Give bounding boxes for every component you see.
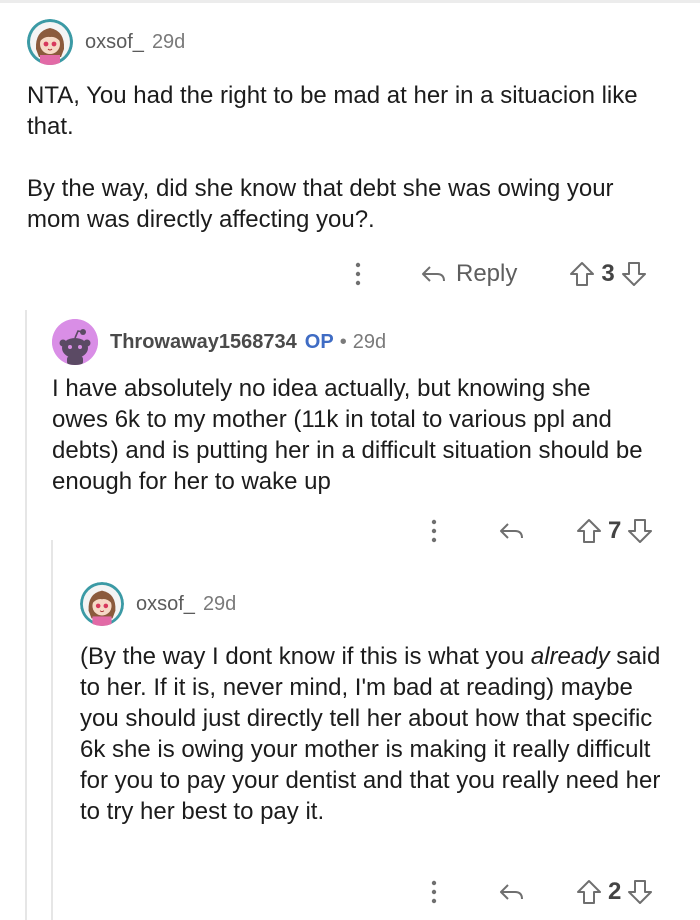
separator-dot: •: [339, 330, 347, 353]
comment-paragraph: NTA, You had the right to be mad at her …: [27, 82, 638, 140]
more-vertical-icon: [355, 262, 361, 286]
op-badge: OP: [304, 330, 334, 353]
comment-age: 29d: [202, 592, 237, 615]
downvote-button[interactable]: [621, 260, 647, 288]
upvote-button[interactable]: [576, 517, 602, 545]
downvote-arrow-icon: [621, 262, 646, 286]
downvote-button[interactable]: [627, 517, 653, 545]
comment-header: Throwaway1568734 OP • 29d: [52, 319, 386, 365]
reply-arrow-icon: [422, 266, 445, 282]
comment-body: (By the way I dont know if this is what …: [80, 641, 678, 827]
reply-arrow-icon: [500, 523, 523, 539]
upvote-arrow-icon: [570, 262, 595, 286]
comment-text-italic: already: [530, 643, 610, 670]
downvote-button[interactable]: [627, 878, 653, 906]
comment-actions: 2: [422, 872, 653, 912]
downvote-arrow-icon: [628, 519, 653, 543]
comment-body: NTA, You had the right to be mad at her …: [27, 80, 667, 235]
downvote-arrow-icon: [628, 880, 653, 904]
avatar[interactable]: [27, 19, 73, 65]
comment-header: oxsof_ 29d: [80, 582, 236, 626]
top-divider: [0, 0, 700, 3]
upvote-button[interactable]: [576, 878, 602, 906]
more-options-button[interactable]: [422, 516, 446, 546]
username[interactable]: oxsof_: [136, 593, 195, 616]
vote-count: 7: [608, 517, 622, 544]
comment-text: (By the way I dont know if this is what …: [80, 643, 531, 670]
reply-button[interactable]: [498, 881, 526, 903]
avatar[interactable]: [52, 319, 98, 365]
thread-line: [25, 310, 27, 920]
reply-label: Reply: [456, 260, 518, 287]
comment-age: 29d: [151, 30, 186, 53]
comment-paragraph: I have absolutely no idea actually, but …: [52, 375, 643, 495]
username[interactable]: Throwaway1568734: [110, 331, 297, 354]
reply-button[interactable]: Reply: [420, 260, 517, 288]
vote-count: 3: [601, 260, 615, 287]
upvote-arrow-icon: [577, 880, 601, 904]
more-options-button[interactable]: [422, 877, 446, 907]
avatar[interactable]: [80, 582, 124, 626]
comment-paragraph: By the way, did she know that debt she w…: [27, 175, 614, 233]
comment-actions: Reply 3: [346, 254, 647, 294]
more-vertical-icon: [431, 519, 437, 543]
username[interactable]: oxsof_: [85, 31, 144, 54]
comment-text: said to her. If it is, never mind, I'm b…: [80, 643, 661, 825]
comment-header: oxsof_ 29d: [27, 19, 185, 65]
reply-arrow-icon: [500, 884, 523, 900]
comment-paragraph: (By the way I dont know if this is what …: [80, 641, 678, 827]
more-options-button[interactable]: [346, 259, 370, 289]
upvote-arrow-icon: [577, 519, 601, 543]
vote-count: 2: [608, 878, 622, 905]
upvote-button[interactable]: [569, 260, 595, 288]
comment-body: I have absolutely no idea actually, but …: [52, 373, 652, 497]
comment-actions: 7: [422, 511, 653, 551]
comment-age: 29d: [352, 330, 387, 353]
more-vertical-icon: [431, 880, 437, 904]
reply-button[interactable]: [498, 520, 526, 542]
thread-line: [51, 540, 53, 920]
